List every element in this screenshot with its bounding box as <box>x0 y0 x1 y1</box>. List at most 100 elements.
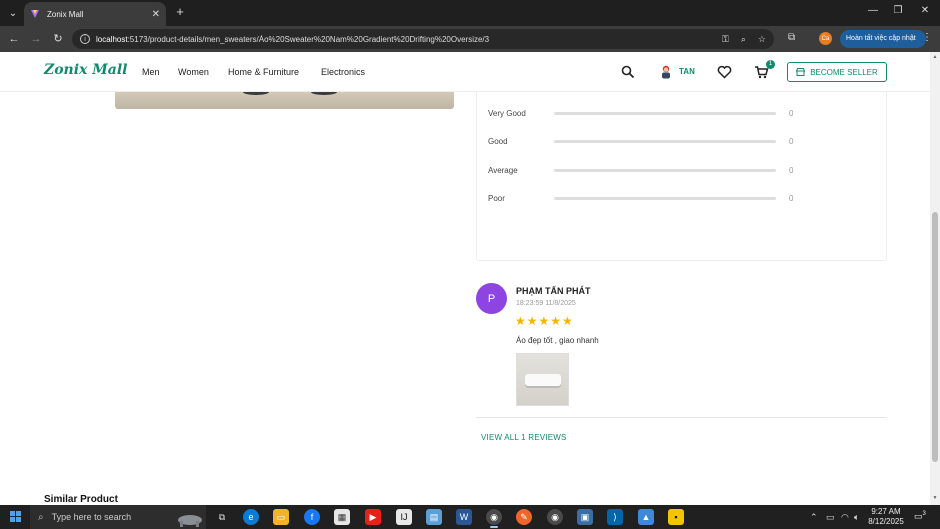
new-tab-button[interactable]: + <box>172 4 188 20</box>
edge-icon[interactable]: e <box>243 509 259 525</box>
rating-label: Poor <box>488 194 505 203</box>
clock-date: 8/12/2025 <box>868 517 904 526</box>
task-view-icon[interactable]: ⧉ <box>214 509 230 525</box>
wishlist-heart-icon[interactable] <box>717 65 732 79</box>
site-info-icon[interactable]: i <box>80 34 90 44</box>
windows-start-icon[interactable] <box>10 511 22 523</box>
review-stars: ★★★★★ <box>515 314 574 328</box>
site-header: Zonix Mall Men Women Home & Furniture El… <box>0 52 930 92</box>
tab-title: Zonix Mall <box>47 9 84 19</box>
battery-icon[interactable]: ▭ <box>826 512 835 523</box>
view-all-reviews-link[interactable]: VIEW ALL 1 REVIEWS <box>481 433 567 442</box>
notes-app-icon[interactable]: ▤ <box>426 509 442 525</box>
nav-link-women[interactable]: Women <box>178 67 209 77</box>
volume-icon[interactable]: 🔈︎ <box>854 512 859 523</box>
notification-center-icon[interactable]: ▭3 <box>914 511 926 522</box>
browser-tab[interactable]: Zonix Mall ✕ <box>24 2 166 26</box>
address-bar[interactable]: i localhost:5173/product-details/men_swe… <box>72 29 774 49</box>
page-content: Excellent1Very Good0Good0Average0Poor0 P… <box>0 52 930 505</box>
reviewer-name: PHẠM TẤN PHÁT <box>516 286 591 296</box>
chrome-profile-icon[interactable]: ◉ <box>547 509 563 525</box>
youtube-icon[interactable]: ▶ <box>365 509 381 525</box>
rating-row-poor: Poor 0 <box>488 192 878 206</box>
windows-taskbar: ⌕ Type here to search ⧉ e ▭ f ▦ ▶ IJ ▤ W… <box>0 505 940 529</box>
bookmark-star-icon[interactable]: ☆ <box>758 34 766 45</box>
search-icon[interactable] <box>621 65 635 79</box>
forward-icon[interactable]: → <box>28 31 44 47</box>
review-text: Áo đẹp tốt , giao nhanh <box>516 336 599 345</box>
zoom-icon[interactable]: ⌕ <box>741 34 746 45</box>
review-divider <box>476 417 887 418</box>
taskbar-search[interactable]: ⌕ Type here to search <box>30 505 206 529</box>
rating-row-good: Good 0 <box>488 135 878 149</box>
scroll-thumb[interactable] <box>932 212 938 462</box>
rating-bar <box>554 140 776 143</box>
rating-count: 0 <box>789 194 794 203</box>
rating-label: Very Good <box>488 109 526 118</box>
minimize-icon[interactable]: — <box>866 5 880 16</box>
reload-icon[interactable]: ↻ <box>50 31 66 47</box>
word-icon[interactable]: W <box>456 509 472 525</box>
back-icon[interactable]: ← <box>6 31 22 47</box>
intellij-icon[interactable]: IJ <box>396 509 412 525</box>
extensions-icon[interactable]: ⧉ <box>788 32 795 43</box>
clock-time: 9:27 AM <box>871 507 901 516</box>
file-explorer-icon[interactable]: ▭ <box>273 509 289 525</box>
scroll-up-icon[interactable]: ▲ <box>932 54 938 60</box>
page-scrollbar[interactable]: ▲ ▼ <box>930 52 940 505</box>
rating-bar <box>554 197 776 200</box>
tab-search-chevron-icon[interactable]: ⌄ <box>4 4 22 22</box>
review-timestamp: 18:23:59 11/8/2025 <box>516 300 576 307</box>
nav-link-men[interactable]: Men <box>142 67 160 77</box>
rating-label: Average <box>488 166 518 175</box>
browser-menu-icon[interactable]: ⋮ <box>922 32 932 43</box>
store-icon <box>796 68 806 76</box>
maximize-icon[interactable]: ❐ <box>891 5 905 16</box>
remote-app-icon[interactable]: ▣ <box>577 509 593 525</box>
search-icon: ⌕ <box>38 511 44 523</box>
close-window-icon[interactable]: ✕ <box>918 5 932 16</box>
reviewer-avatar: P <box>476 283 507 314</box>
facebook-icon[interactable]: f <box>304 509 320 525</box>
wifi-icon[interactable]: ◠ <box>841 512 849 523</box>
become-seller-label: BECOME SELLER <box>810 67 878 77</box>
rating-count: 0 <box>789 137 794 146</box>
taskbar-search-placeholder: Type here to search <box>51 512 132 522</box>
rating-bar <box>554 169 776 172</box>
photos-icon[interactable]: ▲ <box>638 509 654 525</box>
become-seller-button[interactable]: BECOME SELLER <box>787 62 887 82</box>
rating-bar <box>554 112 776 115</box>
browser-toolbar: ← → ↻ i localhost:5173/product-details/m… <box>0 26 940 52</box>
url-text[interactable]: localhost:5173/product-details/men_sweat… <box>96 35 710 44</box>
store-app-icon[interactable]: ▦ <box>334 509 350 525</box>
rating-row-very-good: Very Good 0 <box>488 107 878 121</box>
postman-icon[interactable]: ✎ <box>516 509 532 525</box>
review-item: P PHẠM TẤN PHÁT 18:23:59 11/8/2025 ★★★★★… <box>476 283 887 417</box>
similar-product-heading: Similar Product <box>44 494 118 505</box>
search-highlight-image-icon <box>178 515 202 527</box>
browser-tabstrip: ⌄ Zonix Mall ✕ + — ❐ ✕ <box>0 0 940 26</box>
cart-count-badge: 1 <box>766 60 775 69</box>
tray-chevron-icon[interactable]: ⌃ <box>810 512 818 523</box>
update-button[interactable]: Hoàn tất việc cập nhật <box>840 30 926 48</box>
vscode-icon[interactable]: ⟩ <box>607 509 623 525</box>
rating-count: 0 <box>789 109 794 118</box>
rating-count: 0 <box>789 166 794 175</box>
user-name[interactable]: TAN <box>679 67 695 76</box>
review-photo[interactable] <box>516 353 569 406</box>
rating-row-average: Average 0 <box>488 164 878 178</box>
sticky-notes-icon[interactable]: ▪ <box>668 509 684 525</box>
chrome-icon[interactable]: ◉ <box>486 509 502 528</box>
nav-link-electronics[interactable]: Electronics <box>321 67 365 77</box>
nav-link-home-furniture[interactable]: Home & Furniture <box>228 67 299 77</box>
user-avatar-icon[interactable] <box>660 65 672 79</box>
favicon-icon <box>31 10 39 18</box>
password-key-icon[interactable]: ⚿ <box>722 34 729 45</box>
taskbar-clock[interactable]: 9:27 AM 8/12/2025 <box>866 507 906 527</box>
notification-count: 3 <box>922 511 926 517</box>
rating-label: Good <box>488 137 508 146</box>
site-logo[interactable]: Zonix Mall <box>44 62 127 78</box>
scroll-down-icon[interactable]: ▼ <box>932 495 938 501</box>
profile-avatar[interactable]: Ca <box>819 32 832 45</box>
tab-close-icon[interactable]: ✕ <box>152 9 160 20</box>
